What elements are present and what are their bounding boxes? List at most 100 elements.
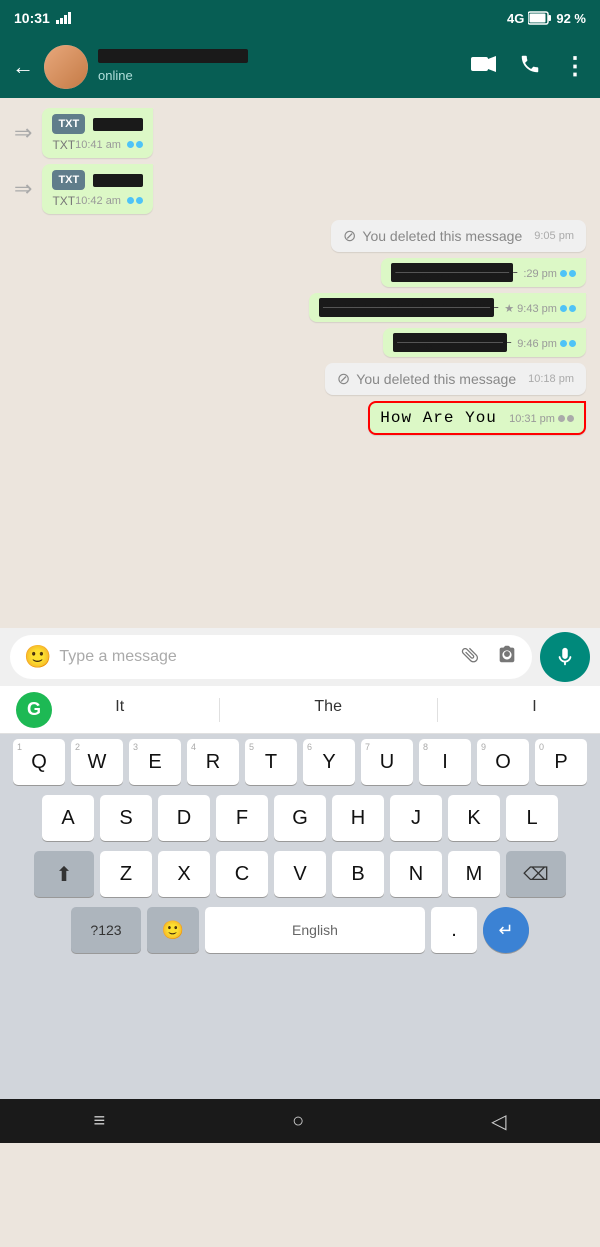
- key-p[interactable]: 0P: [535, 739, 587, 785]
- message-6-struck: Google Account 9:46 pm: [383, 328, 586, 357]
- struck-text-4: Google's Android: [391, 263, 517, 282]
- deleted-icon-7: ⊘: [337, 369, 350, 389]
- top-bar: ← online ⋮: [0, 36, 600, 98]
- nav-home-icon[interactable]: ○: [292, 1110, 304, 1133]
- key-n[interactable]: N: [390, 851, 442, 897]
- file-type-label-2: TXT: [52, 170, 85, 190]
- input-placeholder: Type a message: [59, 648, 454, 666]
- forward-icon-2[interactable]: ⇒: [14, 176, 32, 202]
- key-j[interactable]: J: [390, 795, 442, 841]
- time-display: 10:31: [14, 10, 50, 26]
- contact-name-redacted: [98, 49, 248, 63]
- attach-icon[interactable]: [456, 641, 489, 674]
- status-bar: 10:31 4G 92 %: [0, 0, 600, 36]
- message-8-highlighted: How Are You 10:31 pm: [368, 401, 586, 435]
- keyboard: 1Q 2W 3E 4R 5T 6Y 7U 8I 9O 0P A S D F G …: [0, 734, 600, 1099]
- msg-time-1: 10:41 am: [75, 139, 143, 151]
- more-options-icon[interactable]: ⋮: [563, 55, 588, 79]
- back-button[interactable]: ←: [12, 54, 34, 80]
- suggestion-3[interactable]: I: [532, 698, 536, 722]
- key-l[interactable]: L: [506, 795, 558, 841]
- mic-button[interactable]: [540, 632, 590, 682]
- contact-info: online: [98, 49, 461, 85]
- key-q[interactable]: 1Q: [13, 739, 65, 785]
- video-call-icon[interactable]: [471, 55, 497, 79]
- key-k[interactable]: K: [448, 795, 500, 841]
- key-b[interactable]: B: [332, 851, 384, 897]
- message-5-struck: Google's Android content ★ 9:43 pm: [309, 293, 586, 322]
- nav-menu-icon[interactable]: ≡: [93, 1110, 105, 1133]
- key-h[interactable]: H: [332, 795, 384, 841]
- suggestion-words: It The I: [68, 698, 584, 722]
- key-m[interactable]: M: [448, 851, 500, 897]
- battery-icon: [528, 11, 552, 25]
- file-name-redacted-2: [93, 174, 143, 187]
- key-u[interactable]: 7U: [361, 739, 413, 785]
- msg-time-4: :29 pm: [523, 268, 576, 280]
- msg-time-8: 10:31 pm: [509, 413, 574, 425]
- key-row-1: 1Q 2W 3E 4R 5T 6Y 7U 8I 9O 0P: [0, 734, 600, 790]
- input-bar: 🙂 Type a message: [0, 628, 600, 686]
- deleted-text-3: You deleted this message: [362, 228, 522, 244]
- msg-time-6: 9:46 pm: [517, 338, 576, 350]
- message-2-sent-file: TXT TXT 10:42 am: [42, 164, 153, 214]
- key-s[interactable]: S: [100, 795, 152, 841]
- file-sub-label-1: TXT: [52, 138, 75, 152]
- message-row-1: ⇒ TXT TXT 10:41 am: [14, 108, 586, 158]
- status-time: 10:31: [14, 10, 74, 26]
- key-row-4: ?123 🙂 English . ↵: [0, 902, 600, 958]
- status-indicators: 4G 92 %: [507, 11, 586, 26]
- numbers-key[interactable]: ?123: [71, 907, 141, 953]
- divider-2: [437, 698, 438, 722]
- chat-area: ⇒ TXT TXT 10:41 am ⇒ TXT: [0, 98, 600, 628]
- space-key[interactable]: English: [205, 907, 425, 953]
- msg-ticks-1: [127, 141, 143, 148]
- dot-key[interactable]: .: [431, 907, 477, 953]
- battery-level: 92 %: [556, 11, 586, 26]
- key-z[interactable]: Z: [100, 851, 152, 897]
- emoji-icon[interactable]: 🙂: [24, 644, 51, 670]
- key-t[interactable]: 5T: [245, 739, 297, 785]
- key-d[interactable]: D: [158, 795, 210, 841]
- deleted-text-7: You deleted this message: [356, 371, 516, 387]
- message-input-field[interactable]: 🙂 Type a message: [10, 635, 532, 679]
- key-e[interactable]: 3E: [129, 739, 181, 785]
- key-r[interactable]: 4R: [187, 739, 239, 785]
- contact-status: online: [98, 68, 133, 83]
- signal-icon: [56, 12, 74, 24]
- emoji-key-bottom[interactable]: 🙂: [147, 907, 199, 953]
- shift-key[interactable]: ⬆: [34, 851, 94, 897]
- key-c[interactable]: C: [216, 851, 268, 897]
- key-a[interactable]: A: [42, 795, 94, 841]
- top-action-icons: ⋮: [471, 53, 588, 81]
- enter-key[interactable]: ↵: [483, 907, 529, 953]
- key-i[interactable]: 8I: [419, 739, 471, 785]
- key-g[interactable]: G: [274, 795, 326, 841]
- keyboard-suggestions: G It The I: [0, 686, 600, 734]
- key-v[interactable]: V: [274, 851, 326, 897]
- key-x[interactable]: X: [158, 851, 210, 897]
- file-sub-label-2: TXT: [52, 194, 75, 208]
- backspace-key[interactable]: ⌫: [506, 851, 566, 897]
- key-o[interactable]: 9O: [477, 739, 529, 785]
- message-4-struck: Google's Android :29 pm: [381, 258, 586, 287]
- suggestion-1[interactable]: It: [115, 698, 124, 722]
- msg-time-3: 9:05 pm: [534, 230, 574, 242]
- bottom-nav: ≡ ○ ◁: [0, 1099, 600, 1143]
- phone-icon[interactable]: [519, 53, 541, 81]
- camera-icon[interactable]: [496, 643, 518, 671]
- message-3-deleted: ⊘ You deleted this message 9:05 pm: [331, 220, 586, 252]
- file-name-redacted-1: [93, 118, 143, 131]
- message-row-2: ⇒ TXT TXT 10:42 am: [14, 164, 586, 214]
- divider-1: [219, 698, 220, 722]
- forward-icon-1[interactable]: ⇒: [14, 120, 32, 146]
- contact-avatar[interactable]: [44, 45, 88, 89]
- msg-text-8: How Are You: [380, 409, 497, 427]
- network-label: 4G: [507, 11, 524, 26]
- deleted-icon-3: ⊘: [343, 226, 356, 246]
- suggestion-2[interactable]: The: [314, 698, 342, 722]
- nav-back-icon[interactable]: ◁: [491, 1109, 506, 1134]
- key-y[interactable]: 6Y: [303, 739, 355, 785]
- key-f[interactable]: F: [216, 795, 268, 841]
- key-w[interactable]: 2W: [71, 739, 123, 785]
